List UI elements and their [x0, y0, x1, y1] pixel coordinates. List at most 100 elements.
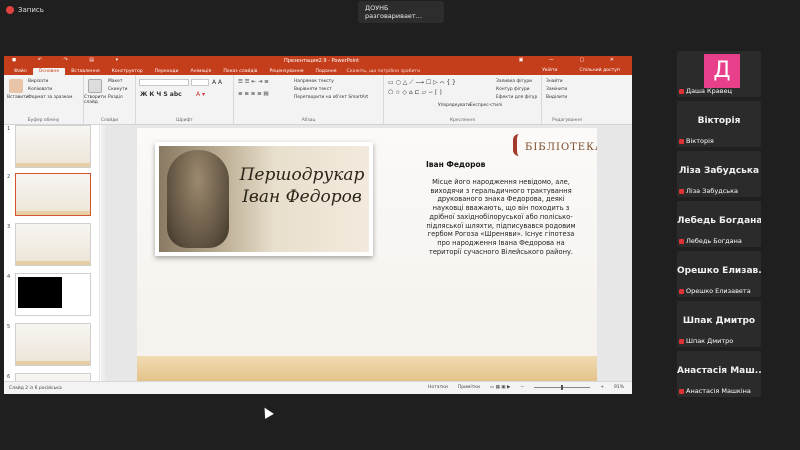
replace-button[interactable]: Замінити: [546, 87, 567, 92]
tab-animations[interactable]: Анімація: [184, 68, 217, 75]
mic-muted-icon: [679, 188, 684, 194]
tab-view[interactable]: Подання: [310, 68, 343, 75]
participant-tile[interactable]: Лебедь Богдана Лебедь Богдана: [677, 201, 761, 247]
tab-slideshow[interactable]: Показ слайдів: [217, 68, 263, 75]
mic-muted-icon: [679, 338, 684, 344]
zoom-level[interactable]: 91%: [614, 385, 624, 390]
participant-name: Шпак Дмитро: [682, 316, 756, 326]
new-slide-icon[interactable]: [88, 79, 102, 93]
participant-tile[interactable]: Вікторія Вікторія: [677, 101, 761, 147]
arrange-button[interactable]: Упорядкувати: [438, 103, 471, 108]
shape-outline-button[interactable]: Контур фігури: [496, 87, 530, 92]
paste-button[interactable]: Вставити: [7, 95, 29, 100]
recording-label: Запись: [18, 6, 44, 14]
portrait-image[interactable]: Першодрукар Іван Федоров: [155, 142, 373, 256]
participant-tile[interactable]: Д Даша Кравец: [677, 51, 761, 97]
quick-styles-button[interactable]: Експрес-стилі: [470, 103, 502, 108]
share-button[interactable]: Спільний доступ: [574, 67, 626, 74]
shapes-gallery-row2[interactable]: ⬠ ☆ ◇ ⌂ ⊏ ▱ ∽ ⌈ ⌉: [388, 89, 442, 96]
tab-review[interactable]: Рецензування: [264, 68, 310, 75]
tab-transitions[interactable]: Переходи: [149, 68, 185, 75]
cut-button[interactable]: Вирізати: [28, 79, 48, 84]
zoom-in-icon[interactable]: +: [600, 385, 604, 390]
mic-muted-icon: [679, 138, 684, 144]
reset-button[interactable]: Скинути: [108, 87, 127, 92]
shape-effects-button[interactable]: Ефекти для фігур: [496, 95, 537, 100]
slide-thumb-5[interactable]: 5: [7, 323, 91, 366]
select-button[interactable]: Виділити: [546, 95, 567, 100]
tab-home[interactable]: Основне: [32, 68, 66, 75]
participant-tile[interactable]: Шпак Дмитро Шпак Дмитро: [677, 301, 761, 347]
font-size-buttons[interactable]: A A: [212, 79, 222, 86]
status-slide-info: Слайд 2 із 6 російська: [9, 386, 62, 391]
group-label-slides: Слайди: [100, 118, 119, 123]
slide-heading[interactable]: Іван Федоров: [426, 160, 485, 169]
group-slides: Створити слайд Макет Скинути Розділ Слай…: [84, 75, 136, 125]
library-logo-text: БІБЛІОТЕКА: [525, 142, 597, 153]
view-buttons[interactable]: ▭ ▦ ▣ ▶: [490, 385, 511, 390]
layout-button[interactable]: Макет: [108, 79, 122, 84]
section-button[interactable]: Розділ: [108, 95, 123, 100]
shape-fill-button[interactable]: Заливка фігури: [496, 79, 532, 84]
group-label-paragraph: Абзац: [301, 118, 316, 123]
speaker-indicator: ДОУНБ разговаривает...: [358, 1, 444, 23]
participant-label: Лебедь Богдана: [686, 237, 742, 245]
participant-label: Шпак Дмитро: [686, 337, 734, 345]
notes-button[interactable]: Нотатки: [428, 385, 448, 390]
participant-name: Вікторія: [697, 116, 741, 126]
list-buttons[interactable]: ☰ ☰ ⇤ ⇥ ≡: [238, 79, 269, 85]
font-format-buttons[interactable]: Ж К Ч S abc: [140, 91, 182, 98]
participant-label: Анастасія Машкіна: [686, 387, 751, 395]
slide-thumb-4[interactable]: 4: [7, 273, 91, 316]
tab-insert[interactable]: Вставлення: [65, 68, 105, 75]
avatar: Д: [704, 54, 740, 88]
mic-muted-icon: [679, 238, 684, 244]
shapes-gallery[interactable]: ▭ ○ △ ⟋ ⟶ ☐ ▷ ⌒ { }: [388, 79, 456, 87]
align-buttons[interactable]: ≡ ≡ ≡ ≡ ▤: [238, 91, 269, 97]
paste-icon[interactable]: [9, 79, 23, 93]
recording-indicator: Запись: [6, 6, 44, 14]
mic-muted-icon: [679, 88, 684, 94]
format-painter-button[interactable]: Формат за зразком: [28, 95, 72, 100]
participant-label: Вікторія: [686, 137, 714, 145]
slide-thumb-3[interactable]: 3: [7, 223, 91, 266]
tell-me-search[interactable]: Скажіть, що потрібно зробити: [343, 68, 425, 75]
smartart-button[interactable]: Перетворити на об'єкт SmartArt: [294, 95, 368, 100]
participant-label: Орешко Елизавета: [686, 287, 751, 295]
participant-tile[interactable]: Ліза Забудська Ліза Забудська: [677, 151, 761, 197]
font-name-box[interactable]: [139, 79, 189, 86]
participant-tile[interactable]: Орешко Елизав... Орешко Елизавета: [677, 251, 761, 297]
window-controls[interactable]: ▣ — ▢ ✕: [519, 57, 626, 63]
new-slide-button[interactable]: Створити слайд: [84, 95, 106, 105]
copy-button[interactable]: Копіювати: [28, 87, 52, 92]
participant-tile[interactable]: Анастасія Маш... Анастасія Машкіна: [677, 351, 761, 397]
group-paragraph: ☰ ☰ ⇤ ⇥ ≡ ≡ ≡ ≡ ≡ ▤ Напрямок тексту Вирі…: [234, 75, 384, 125]
tab-file[interactable]: Файл: [8, 68, 33, 75]
group-label-font: Шрифт: [176, 118, 193, 123]
align-text-button[interactable]: Вирівняти текст: [294, 87, 332, 92]
group-label-editing: Редагування: [552, 118, 582, 123]
signin-link[interactable]: Увійти: [536, 67, 563, 74]
slide-thumb-2[interactable]: 2: [7, 173, 91, 216]
tab-design[interactable]: Конструктор: [106, 68, 149, 75]
comments-button[interactable]: Примітки: [458, 385, 480, 390]
ribbon: Вставити Вирізати Копіювати Формат за зр…: [4, 75, 632, 125]
slide-editor: БІБЛІОТЕКА Першодрукар Іван Федоров Іван…: [105, 125, 632, 384]
find-button[interactable]: Знайти: [546, 79, 563, 84]
quick-access-icons[interactable]: ◼ ↶ ↷ ▤ ▾: [12, 57, 128, 63]
zoom-slider[interactable]: [534, 385, 591, 390]
slide-thumb-1[interactable]: 1: [7, 125, 91, 168]
participant-name: Анастасія Маш...: [677, 366, 761, 376]
current-slide[interactable]: БІБЛІОТЕКА Першодрукар Іван Федоров Іван…: [137, 128, 597, 384]
library-logo-icon: [513, 134, 525, 156]
zoom-out-icon[interactable]: −: [520, 385, 524, 390]
font-color-button[interactable]: A ▾: [196, 91, 205, 98]
font-size-box[interactable]: [191, 79, 209, 86]
participant-label: Даша Кравец: [686, 87, 733, 95]
slide-body-text[interactable]: Місце його народження невідомо, але, вих…: [426, 178, 576, 256]
group-drawing: ▭ ○ △ ⟋ ⟶ ☐ ▷ ⌒ { } ⬠ ☆ ◇ ⌂ ⊏ ▱ ∽ ⌈ ⌉ Уп…: [384, 75, 542, 125]
slide-thumbnails: 1 2 3 4 5 6: [4, 125, 100, 394]
mic-muted-icon: [679, 288, 684, 294]
slide-script-title: Першодрукар Іван Федоров: [239, 165, 365, 207]
text-direction-button[interactable]: Напрямок тексту: [294, 79, 334, 84]
